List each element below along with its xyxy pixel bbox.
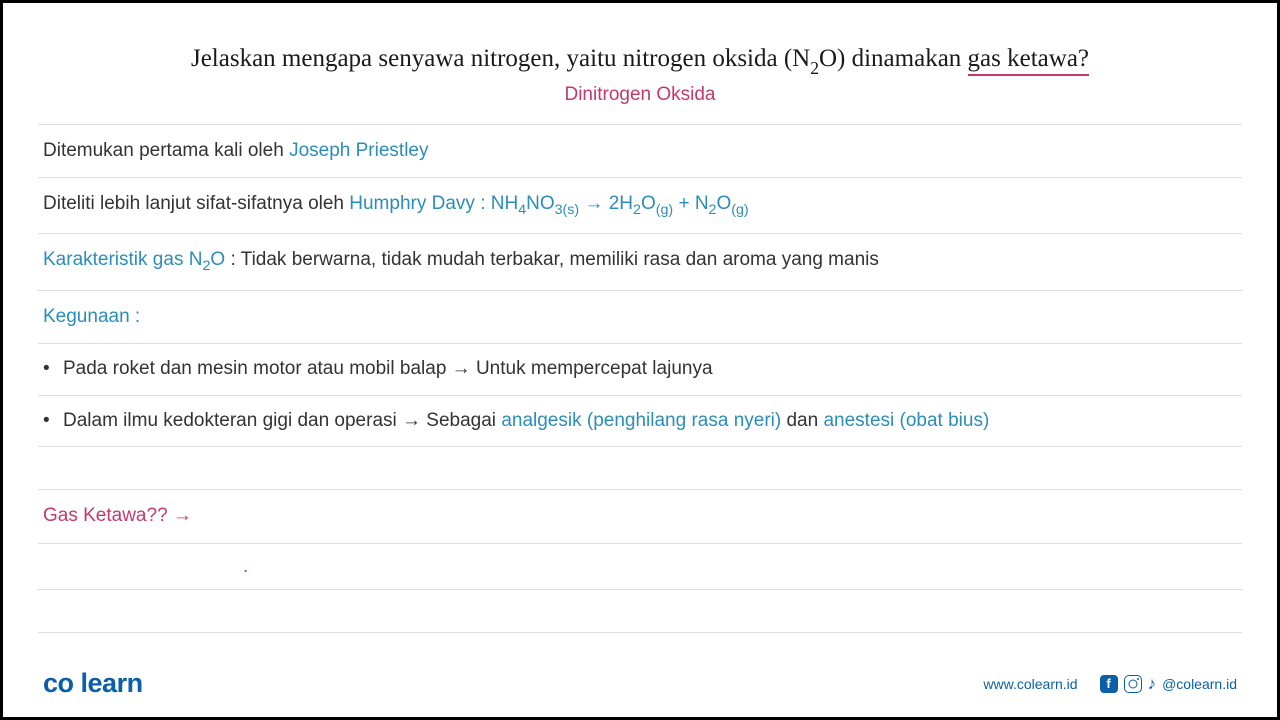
dot-marker: . [3,544,1277,589]
title-section: Jelaskan mengapa senyawa nitrogen, yaitu… [3,43,1277,124]
title-sub: 2 [810,58,819,78]
person-priestley: Joseph Priestley [289,140,428,161]
person-davy-formula: Humphry Davy : NH4NO3(s) → 2H2O(g) + N2O… [349,193,748,214]
line-question: Gas Ketawa?? → [3,490,1277,543]
line-research: Diteliti lebih lanjut sifat-sifatnya ole… [3,178,1277,233]
footer: co learn www.colearn.id f ♪ @colearn.id [3,668,1277,699]
footer-right: www.colearn.id f ♪ @colearn.id [983,674,1237,694]
characteristics-label: Karakteristik gas N2O [43,249,225,270]
arrow-icon: → [452,358,471,379]
arrow-icon: → [402,410,421,431]
divider [38,632,1242,633]
empty-line [3,590,1277,632]
bullet-medical: Dalam ilmu kedokteran gigi dan operasi →… [3,396,1277,447]
instagram-icon [1124,675,1142,693]
term-anesthesia: anestesi (obat bius) [823,410,989,431]
subtitle: Dinitrogen Oksida [63,84,1217,106]
arrow-icon: → [173,505,192,526]
page-title: Jelaskan mengapa senyawa nitrogen, yaitu… [63,43,1217,78]
question-text: Gas Ketawa?? → [43,505,192,526]
empty-line [3,447,1277,489]
social-links: f ♪ @colearn.id [1100,674,1237,694]
facebook-icon: f [1100,675,1118,693]
line-uses-header: Kegunaan : [3,291,1277,344]
uses-label: Kegunaan : [43,306,140,327]
line-characteristics: Karakteristik gas N2O : Tidak berwarna, … [3,234,1277,289]
title-underlined: gas ketawa? [968,45,1089,76]
term-analgesic: analgesik (penghilang rasa nyeri) [501,410,781,431]
title-text-mid: O) dinamakan [819,45,968,72]
title-text-pre: Jelaskan mengapa senyawa nitrogen, yaitu… [191,45,810,72]
bullet-rocket: Pada roket dan mesin motor atau mobil ba… [3,344,1277,395]
logo: co learn [43,668,143,699]
tiktok-icon: ♪ [1148,674,1157,694]
social-handle: @colearn.id [1162,676,1237,692]
arrow-icon: → [579,193,609,214]
website-url: www.colearn.id [983,676,1077,692]
line-discovery: Ditemukan pertama kali oleh Joseph Pries… [3,125,1277,178]
main-content: Jelaskan mengapa senyawa nitrogen, yaitu… [3,3,1277,633]
